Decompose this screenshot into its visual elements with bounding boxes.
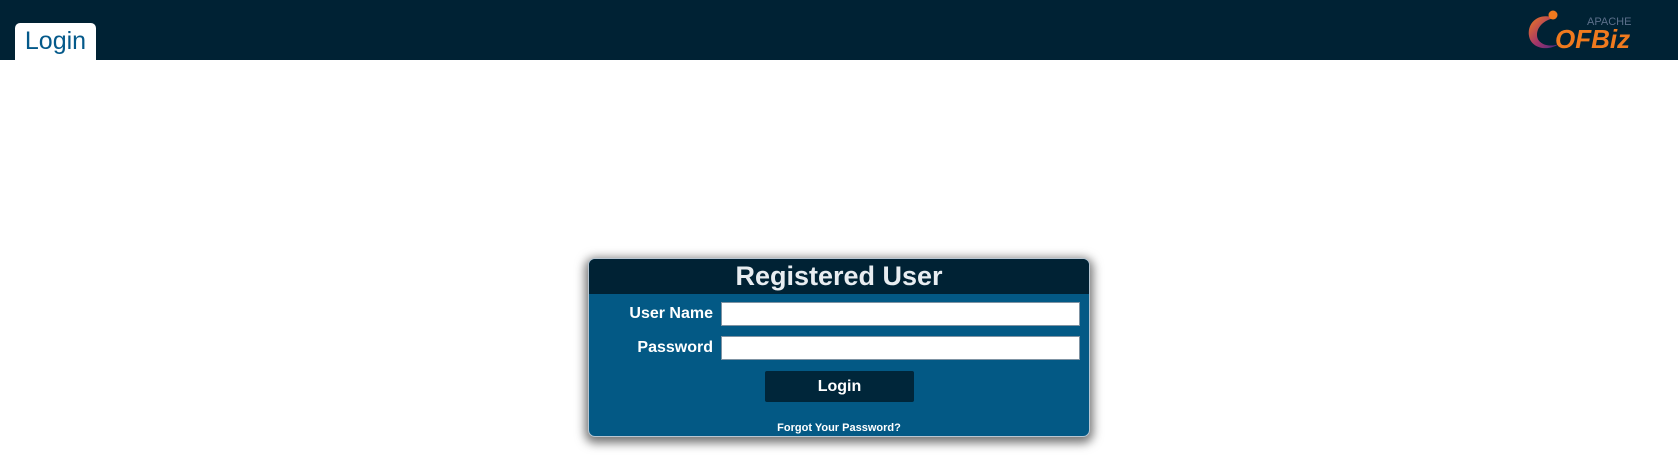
- login-button[interactable]: Login: [765, 371, 914, 402]
- apache-ofbiz-logo[interactable]: APACHE OFBiz: [1525, 8, 1650, 56]
- tab-login[interactable]: Login: [15, 23, 96, 61]
- password-label: Password: [637, 339, 713, 356]
- username-label: User Name: [629, 305, 713, 322]
- forgot-password-link[interactable]: Forgot Your Password?: [589, 422, 1089, 434]
- tab-login-label: Login: [24, 27, 87, 55]
- logo-dot-icon: [1548, 10, 1558, 20]
- logo-ofbiz-text: OFBiz: [1555, 24, 1630, 54]
- username-input[interactable]: [721, 302, 1080, 326]
- top-header: Login APACHE OFBiz: [0, 0, 1678, 61]
- login-panel: Registered User User Name Password Login…: [588, 258, 1090, 437]
- panel-title: Registered User: [589, 259, 1089, 294]
- password-input[interactable]: [721, 336, 1080, 360]
